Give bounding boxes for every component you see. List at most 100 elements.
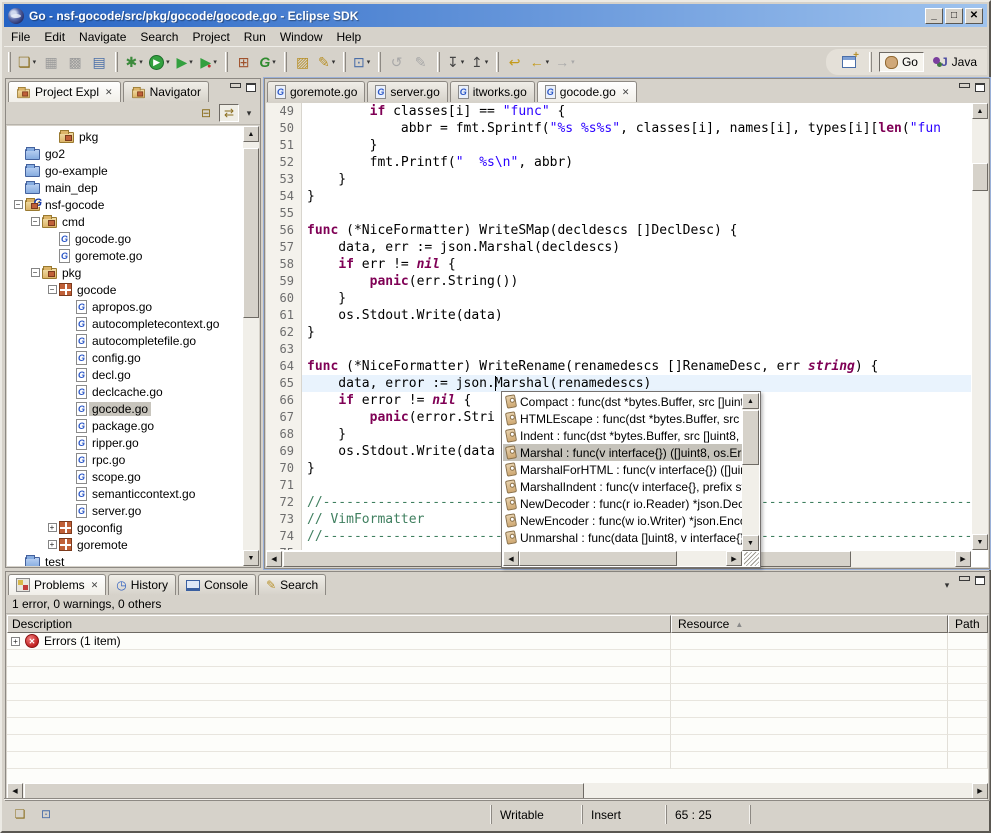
menu-navigate[interactable]: Navigate xyxy=(72,28,133,46)
scroll-left-button[interactable]: ◀ xyxy=(7,783,23,799)
print-button[interactable]: ▤ xyxy=(87,51,111,73)
editor-tab-server-go[interactable]: Gserver.go xyxy=(367,81,447,102)
maximize-view-button[interactable] xyxy=(246,83,256,92)
collapse-minus-icon[interactable]: − xyxy=(31,268,40,277)
tree-item-cmd[interactable]: −cmd xyxy=(7,213,243,230)
menu-search[interactable]: Search xyxy=(133,28,185,46)
maximize-editor-button[interactable] xyxy=(975,83,985,92)
code-line-60[interactable]: 60 } xyxy=(266,290,971,307)
problems-view-menu-button[interactable]: ▾ xyxy=(941,576,953,594)
minimize-window-button[interactable]: _ xyxy=(925,8,943,24)
previous-annotation-button[interactable]: ↥▾ xyxy=(468,51,492,73)
editor-vscroll-thumb[interactable] xyxy=(972,163,988,191)
menu-edit[interactable]: Edit xyxy=(37,28,72,46)
popup-vscroll-thumb[interactable] xyxy=(742,410,759,465)
tree-item-scope-go[interactable]: Gscope.go xyxy=(7,468,243,485)
tree-item-main_dep[interactable]: main_dep xyxy=(7,179,243,196)
tree-item-goremote[interactable]: +goremote xyxy=(7,536,243,553)
link-with-editor-button[interactable]: ⇄ xyxy=(219,104,239,122)
dropdown-arrow-icon[interactable]: ▾ xyxy=(332,58,336,66)
external-tools-button[interactable]: ▶●▾ xyxy=(197,51,221,73)
menu-run[interactable]: Run xyxy=(237,28,273,46)
tree-item-autocompletecontext-go[interactable]: Gautocompletecontext.go xyxy=(7,315,243,332)
scroll-up-button[interactable]: ▲ xyxy=(243,126,259,142)
code-line-61[interactable]: 61 os.Stdout.Write(data) xyxy=(266,307,971,324)
code-line-58[interactable]: 58 if err != nil { xyxy=(266,256,971,273)
maximize-window-button[interactable]: □ xyxy=(945,8,963,24)
dropdown-arrow-icon[interactable]: ▾ xyxy=(272,58,276,66)
close-tab-icon[interactable]: ✕ xyxy=(622,87,630,98)
close-tab-icon[interactable]: ✕ xyxy=(105,87,113,98)
completion-item[interactable]: NewEncoder : func(w io.Writer) *json.Enc… xyxy=(503,512,742,529)
run-last-tool-button[interactable]: ▶▾ xyxy=(173,51,197,73)
code-line-57[interactable]: 57 data, err := json.Marshal(decldescs) xyxy=(266,239,971,256)
scroll-down-button[interactable]: ▼ xyxy=(972,534,988,550)
popup-vscrollbar[interactable]: ▲ ▼ xyxy=(742,393,759,551)
expand-plus-icon[interactable]: + xyxy=(11,637,20,646)
code-line-62[interactable]: 62} xyxy=(266,324,971,341)
tree-item-apropos-go[interactable]: Gapropos.go xyxy=(7,298,243,315)
code-line-56[interactable]: 56func (*NiceFormatter) WriteSMap(declde… xyxy=(266,222,971,239)
tree-item-gocode[interactable]: −gocode xyxy=(7,281,243,298)
scroll-up-button[interactable]: ▲ xyxy=(742,393,759,409)
next-annotation-button[interactable]: ↧▾ xyxy=(444,51,468,73)
popup-resize-grip[interactable] xyxy=(744,552,759,566)
dropdown-arrow-icon[interactable]: ▾ xyxy=(213,58,217,66)
scroll-left-button[interactable]: ◀ xyxy=(503,551,519,566)
dropdown-arrow-icon[interactable]: ▾ xyxy=(189,58,193,66)
tree-item-go2[interactable]: go2 xyxy=(7,145,243,162)
editor-tab-itworks-go[interactable]: Gitworks.go xyxy=(450,81,535,102)
perspective-java-button[interactable]: JJava xyxy=(927,52,983,72)
tree-item-package-go[interactable]: Gpackage.go xyxy=(7,417,243,434)
dropdown-arrow-icon[interactable]: ▾ xyxy=(367,58,371,66)
dropdown-arrow-icon[interactable]: ▾ xyxy=(33,58,37,66)
code-line-63[interactable]: 63 xyxy=(266,341,971,358)
tree-item-decl-go[interactable]: Gdecl.go xyxy=(7,366,243,383)
dropdown-arrow-icon[interactable]: ▾ xyxy=(571,58,575,66)
expand-plus-icon[interactable]: + xyxy=(48,540,57,549)
last-edit-location-button[interactable]: ↩ xyxy=(503,51,527,73)
collapse-minus-icon[interactable]: − xyxy=(31,217,40,226)
show-snippets-button[interactable]: ⊡▾ xyxy=(350,51,374,73)
scroll-up-button[interactable]: ▲ xyxy=(972,103,988,119)
dropdown-arrow-icon[interactable]: ▾ xyxy=(166,58,170,66)
tab-console[interactable]: Console xyxy=(178,574,256,595)
dropdown-arrow-icon[interactable]: ▾ xyxy=(461,58,465,66)
tree-item-rpc-go[interactable]: Grpc.go xyxy=(7,451,243,468)
scroll-down-button[interactable]: ▼ xyxy=(243,550,259,566)
tree-item-autocompletefile-go[interactable]: Gautocompletefile.go xyxy=(7,332,243,349)
collapse-minus-icon[interactable]: − xyxy=(48,285,57,294)
column-header-resource[interactable]: Resource▲ xyxy=(671,615,948,633)
tree-item-declcache-go[interactable]: Gdeclcache.go xyxy=(7,383,243,400)
dropdown-arrow-icon[interactable]: ▾ xyxy=(139,58,143,66)
menu-window[interactable]: Window xyxy=(273,28,330,46)
tree-scrollbar[interactable]: ▲ ▼ xyxy=(243,126,259,566)
collapse-all-button[interactable]: ⊟ xyxy=(196,104,216,122)
perspective-go-button[interactable]: Go xyxy=(879,52,924,72)
run-button[interactable]: ▶▾ xyxy=(146,51,173,73)
scroll-down-button[interactable]: ▼ xyxy=(742,535,759,551)
tree-item-pkg[interactable]: −pkg xyxy=(7,264,243,281)
code-line-55[interactable]: 55 xyxy=(266,205,971,222)
completion-item[interactable]: MarshalIndent : func(v interface{}, pref… xyxy=(503,478,742,495)
view-menu-button[interactable]: ▾ xyxy=(242,104,256,122)
open-resource-button[interactable]: ▨ xyxy=(291,51,315,73)
scroll-left-button[interactable]: ◀ xyxy=(266,551,282,567)
tree-item-semanticcontext-go[interactable]: Gsemanticcontext.go xyxy=(7,485,243,502)
minimize-problems-button[interactable] xyxy=(959,576,969,585)
code-line-50[interactable]: 50 abbr = fmt.Sprintf("%s %s%s", classes… xyxy=(266,120,971,137)
tree-item-config-go[interactable]: Gconfig.go xyxy=(7,349,243,366)
problems-hscrollbar[interactable]: ◀ ▶ xyxy=(7,783,988,799)
tab-search[interactable]: ✎Search xyxy=(258,574,326,595)
fast-view-icon[interactable]: ❏ xyxy=(10,805,30,824)
problems-hscroll-thumb[interactable] xyxy=(24,783,584,799)
editor-trim-icon[interactable]: ⊡ xyxy=(36,805,56,824)
tree-item-ripper-go[interactable]: Gripper.go xyxy=(7,434,243,451)
close-tab-icon[interactable]: ✕ xyxy=(91,580,99,591)
tree-item-nsf-gocode[interactable]: −Gnsf-gocode xyxy=(7,196,243,213)
menu-file[interactable]: File xyxy=(4,28,37,46)
code-line-64[interactable]: 64func (*NiceFormatter) WriteRename(rena… xyxy=(266,358,971,375)
expand-plus-icon[interactable]: + xyxy=(48,523,57,532)
collapse-minus-icon[interactable]: − xyxy=(14,200,23,209)
tab-navigator[interactable]: Navigator xyxy=(123,81,209,102)
